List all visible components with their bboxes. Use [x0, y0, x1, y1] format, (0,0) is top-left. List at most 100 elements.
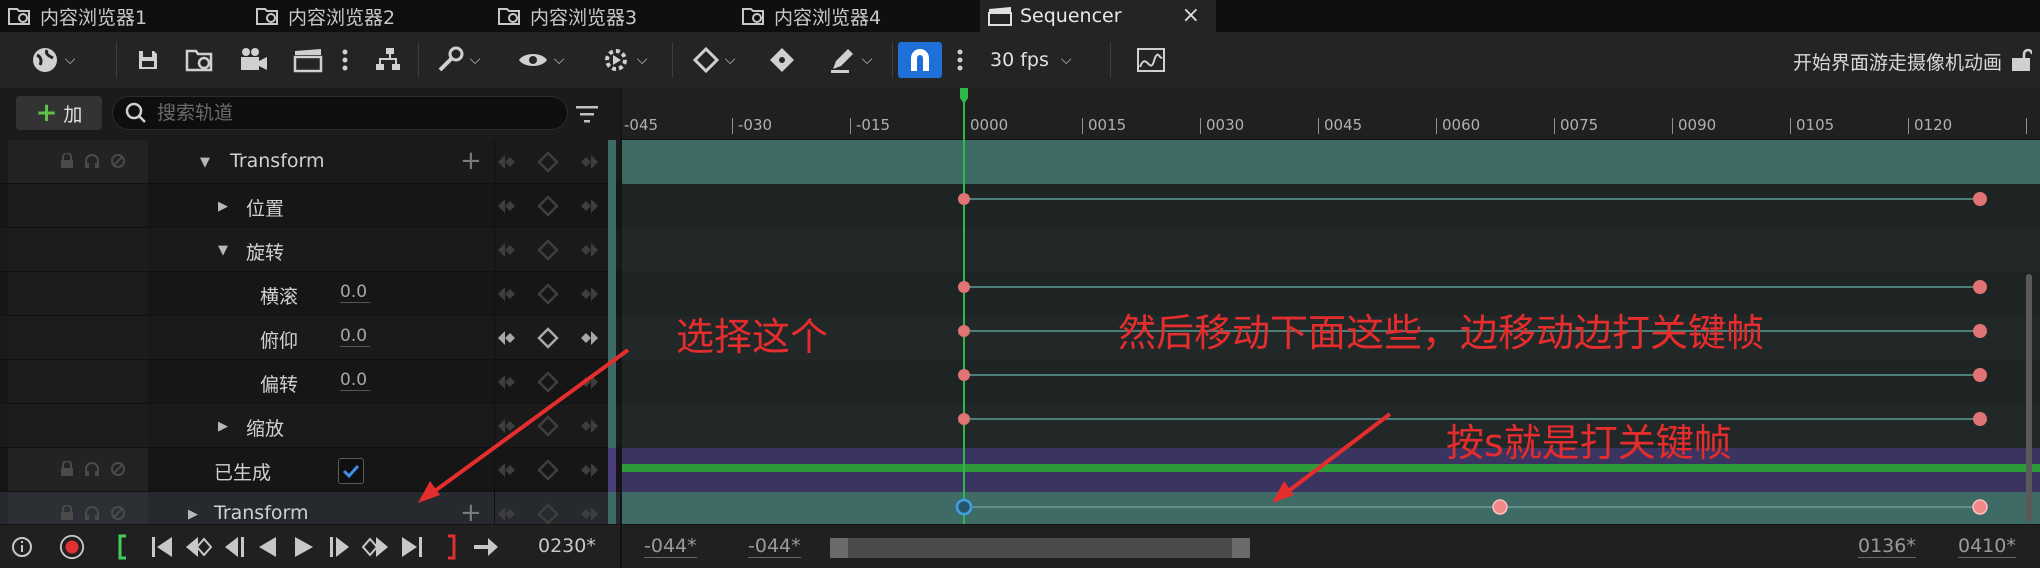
- play-reverse-icon[interactable]: [256, 534, 278, 560]
- key-interpolation-button[interactable]: ⌵: [684, 42, 744, 78]
- headphones-icon[interactable]: [84, 461, 100, 477]
- expand-arrow-icon[interactable]: ▶: [188, 507, 198, 522]
- lock-icon[interactable]: [60, 461, 74, 477]
- add-section-icon[interactable]: +: [460, 146, 482, 176]
- auto-key-button[interactable]: [764, 42, 800, 78]
- add-key-icon[interactable]: [537, 415, 559, 437]
- curve-editor-button[interactable]: [1132, 42, 1170, 78]
- add-key-icon[interactable]: [537, 503, 559, 525]
- horizontal-scrollbar[interactable]: [830, 538, 1250, 558]
- expand-arrow-icon[interactable]: ▶: [218, 199, 228, 214]
- mute-icon[interactable]: [110, 461, 126, 477]
- expand-arrow-icon[interactable]: ▼: [200, 155, 210, 170]
- view-end-field[interactable]: 0410*: [1958, 535, 2016, 558]
- world-button[interactable]: ⌵: [24, 42, 82, 78]
- yaw-value-field[interactable]: 0.0: [340, 370, 370, 391]
- tab-content-browser-3[interactable]: 内容浏览器3: [498, 0, 738, 32]
- scrollbar-handle[interactable]: [830, 538, 848, 558]
- loop-mode-icon[interactable]: [472, 534, 500, 560]
- expand-arrow-icon[interactable]: ▶: [218, 419, 228, 434]
- jump-to-end-icon[interactable]: [400, 534, 424, 560]
- next-key-icon[interactable]: [580, 151, 602, 173]
- lock-icon[interactable]: [60, 153, 74, 169]
- camera-button[interactable]: [234, 42, 274, 78]
- prev-key-icon[interactable]: [494, 195, 516, 217]
- prev-key-icon[interactable]: [494, 327, 516, 349]
- step-forward-icon[interactable]: [328, 534, 352, 560]
- close-icon[interactable]: ×: [1182, 3, 1200, 28]
- save-button[interactable]: [130, 42, 166, 78]
- tab-content-browser-1[interactable]: 内容浏览器1: [8, 0, 248, 32]
- snap-options-button[interactable]: [952, 42, 968, 78]
- prev-key-icon[interactable]: [494, 239, 516, 261]
- find-asset-button[interactable]: [180, 42, 220, 78]
- record-icon[interactable]: [58, 534, 86, 560]
- track-row-location[interactable]: ▶ 位置: [0, 184, 620, 228]
- jump-to-start-icon[interactable]: [150, 534, 174, 560]
- play-icon[interactable]: [292, 534, 316, 560]
- add-key-icon[interactable]: [537, 239, 559, 261]
- current-frame[interactable]: 0230*: [538, 535, 596, 557]
- track-row-yaw[interactable]: 偏转 0.0: [0, 360, 620, 404]
- track-row-scale[interactable]: ▶ 缩放: [0, 404, 620, 448]
- prev-key-icon[interactable]: [494, 503, 516, 525]
- tab-sequencer[interactable]: Sequencer ×: [980, 0, 1216, 32]
- track-row-rotation[interactable]: ▼ 旋转: [0, 228, 620, 272]
- more-options-button[interactable]: [336, 42, 354, 78]
- next-key-icon[interactable]: [580, 371, 602, 393]
- render-movie-button[interactable]: [288, 42, 328, 78]
- mute-icon[interactable]: [110, 505, 126, 521]
- set-end-icon[interactable]: [444, 534, 458, 560]
- roll-value-field[interactable]: 0.0: [340, 282, 370, 303]
- add-key-icon[interactable]: [537, 459, 559, 481]
- add-key-icon[interactable]: [537, 371, 559, 393]
- playback-options-button[interactable]: ⌵: [592, 42, 656, 78]
- next-key-icon[interactable]: [580, 283, 602, 305]
- track-row-roll[interactable]: 横滚 0.0: [0, 272, 620, 316]
- headphones-icon[interactable]: [84, 505, 100, 521]
- info-icon[interactable]: [10, 534, 34, 560]
- view-start-field[interactable]: -044*: [644, 535, 697, 558]
- view-options-button[interactable]: ⌵: [510, 42, 572, 78]
- playback-start-field[interactable]: -044*: [748, 535, 801, 558]
- snap-toggle-button[interactable]: [898, 42, 942, 78]
- filter-icon[interactable]: [576, 104, 598, 124]
- track-row-pitch[interactable]: 俯仰 0.0: [0, 316, 620, 360]
- track-row-transform[interactable]: ▼ Transform +: [0, 140, 620, 184]
- set-start-icon[interactable]: [116, 534, 130, 560]
- expand-arrow-icon[interactable]: ▼: [218, 243, 228, 258]
- tools-button[interactable]: ⌵: [428, 42, 488, 78]
- next-key-icon[interactable]: [580, 415, 602, 437]
- pitch-value-field[interactable]: 0.0: [340, 326, 370, 347]
- edit-mode-button[interactable]: ⌵: [820, 42, 880, 78]
- add-key-icon[interactable]: [537, 283, 559, 305]
- prev-key-icon[interactable]: [494, 283, 516, 305]
- search-box[interactable]: [112, 96, 568, 130]
- next-key-icon[interactable]: [580, 327, 602, 349]
- add-key-icon[interactable]: [537, 195, 559, 217]
- add-key-icon[interactable]: [537, 327, 559, 349]
- next-key-icon[interactable]: [580, 195, 602, 217]
- spawned-checkbox[interactable]: [338, 458, 364, 484]
- prev-key-icon[interactable]: [494, 459, 516, 481]
- add-key-icon[interactable]: [537, 151, 559, 173]
- mute-icon[interactable]: [110, 153, 126, 169]
- next-key-icon[interactable]: [580, 503, 602, 525]
- search-input[interactable]: [157, 102, 537, 124]
- tab-content-browser-4[interactable]: 内容浏览器4: [742, 0, 982, 32]
- prev-key-icon[interactable]: [494, 151, 516, 173]
- tab-content-browser-2[interactable]: 内容浏览器2: [256, 0, 496, 32]
- hierarchy-button[interactable]: [370, 42, 406, 78]
- step-back-icon[interactable]: [222, 534, 246, 560]
- headphones-icon[interactable]: [84, 153, 100, 169]
- next-key-icon[interactable]: [580, 459, 602, 481]
- frame-rate-dropdown[interactable]: 30 fps ⌵: [990, 42, 1086, 78]
- track-row-spawned[interactable]: 已生成: [0, 448, 620, 492]
- prev-key-icon[interactable]: [184, 534, 212, 560]
- playback-end-field[interactable]: 0136*: [1858, 535, 1916, 558]
- unlock-icon[interactable]: [2010, 48, 2032, 72]
- scrollbar-handle[interactable]: [1232, 538, 1250, 558]
- next-key-icon[interactable]: [580, 239, 602, 261]
- lock-icon[interactable]: [60, 505, 74, 521]
- prev-key-icon[interactable]: [494, 371, 516, 393]
